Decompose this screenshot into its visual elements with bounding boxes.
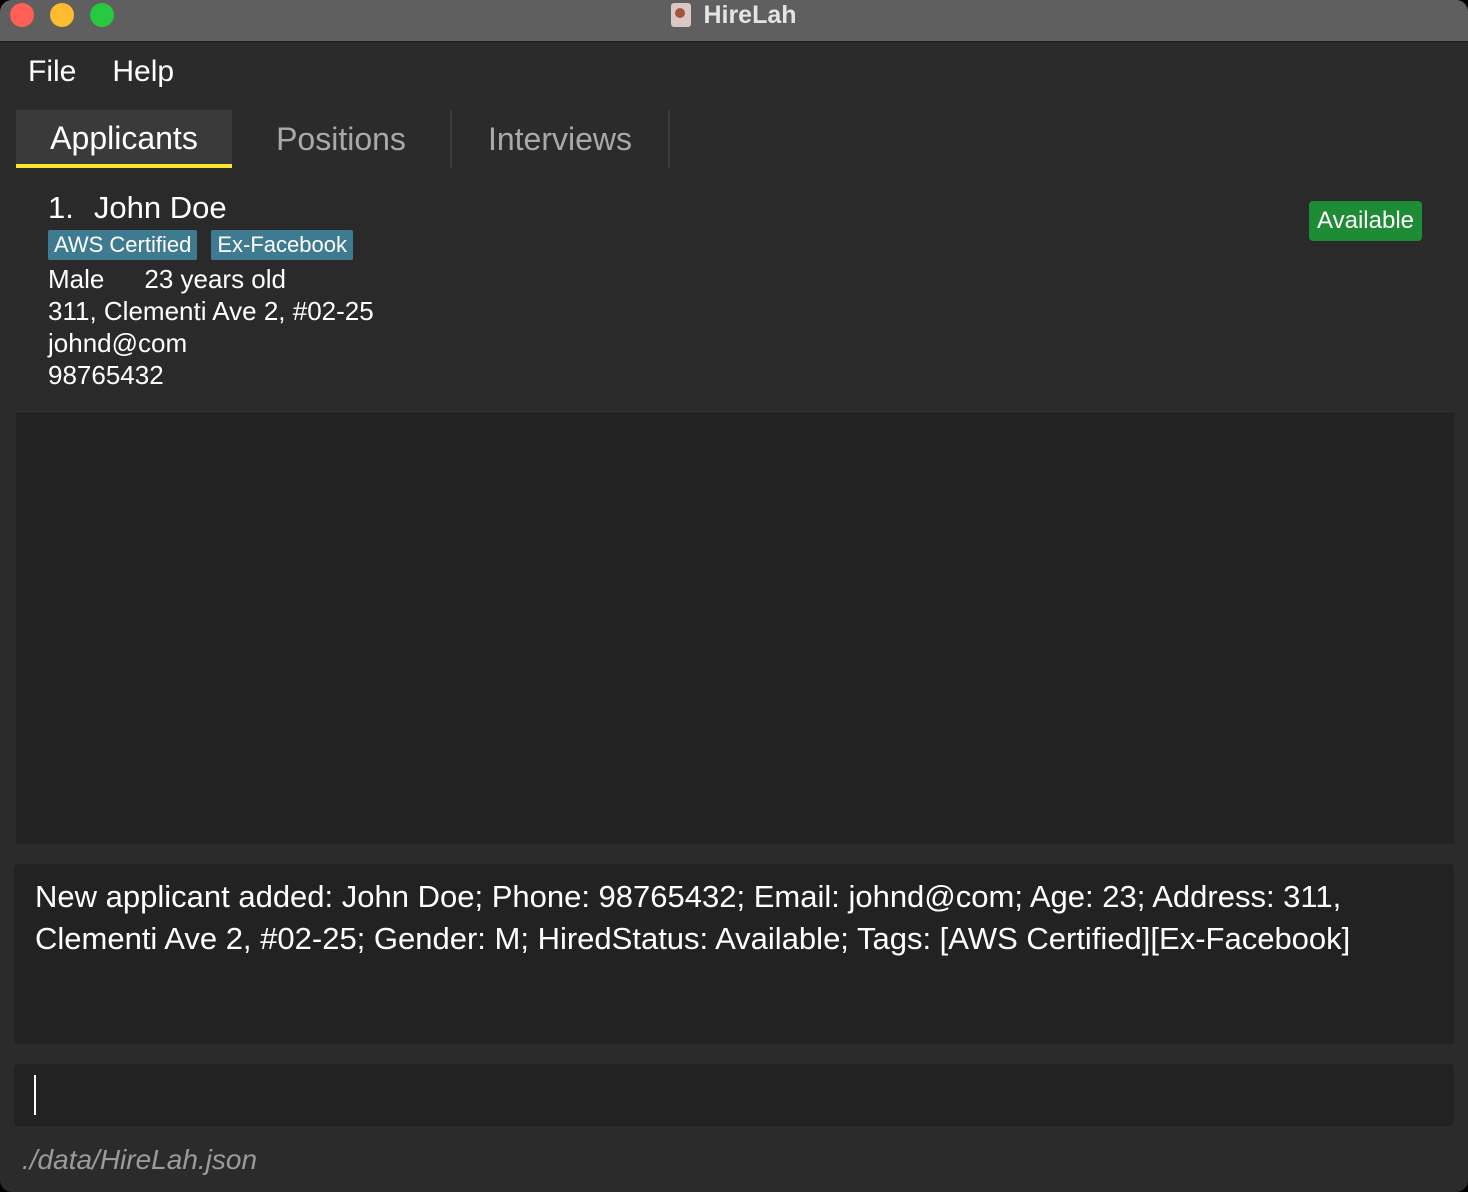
app-window: HireLah File Help Applicants Positions I… xyxy=(0,0,1468,1192)
applicant-card[interactable]: 1. John Doe AWS Certified Ex-Facebook Ma… xyxy=(16,170,1454,412)
window-title: HireLah xyxy=(703,0,797,29)
applicant-name-row: 1. John Doe xyxy=(48,190,227,226)
tab-positions[interactable]: Positions xyxy=(232,110,452,168)
command-box[interactable] xyxy=(14,1064,1454,1126)
applicant-phone: 98765432 xyxy=(48,360,164,390)
tag-badge: Ex-Facebook xyxy=(211,230,353,260)
window-title-group: HireLah xyxy=(0,0,1468,30)
text-caret xyxy=(34,1075,36,1115)
menu-help[interactable]: Help xyxy=(112,55,174,89)
menu-file[interactable]: File xyxy=(28,55,76,89)
app-icon xyxy=(671,3,692,27)
applicant-age: 23 years old xyxy=(144,264,287,294)
applicant-name: John Doe xyxy=(93,190,227,225)
command-input[interactable] xyxy=(14,1064,1454,1126)
applicant-email: johnd@com xyxy=(48,328,188,358)
result-message: New applicant added: John Doe; Phone: 98… xyxy=(35,879,1351,956)
applicant-gender: Male xyxy=(48,264,105,294)
tab-interviews[interactable]: Interviews xyxy=(452,110,670,168)
tab-applicants[interactable]: Applicants xyxy=(16,110,232,168)
menu-bar: File Help xyxy=(0,43,1468,101)
tab-bar: Applicants Positions Interviews xyxy=(16,110,670,168)
applicant-tags: AWS Certified Ex-Facebook xyxy=(48,230,367,260)
applicant-list[interactable]: 1. John Doe AWS Certified Ex-Facebook Ma… xyxy=(16,170,1454,844)
tag-badge: AWS Certified xyxy=(48,230,198,260)
gender-age-row: Male 23 years old xyxy=(48,264,286,295)
applicant-index: 1. xyxy=(48,190,74,225)
result-display: New applicant added: John Doe; Phone: 98… xyxy=(14,864,1454,1044)
title-bar: HireLah xyxy=(0,0,1468,42)
applicant-address: 311, Clementi Ave 2, #02-25 xyxy=(48,296,374,326)
status-bar-file-path: ./data/HireLah.json xyxy=(22,1144,258,1175)
status-badge: Available xyxy=(1309,201,1422,241)
